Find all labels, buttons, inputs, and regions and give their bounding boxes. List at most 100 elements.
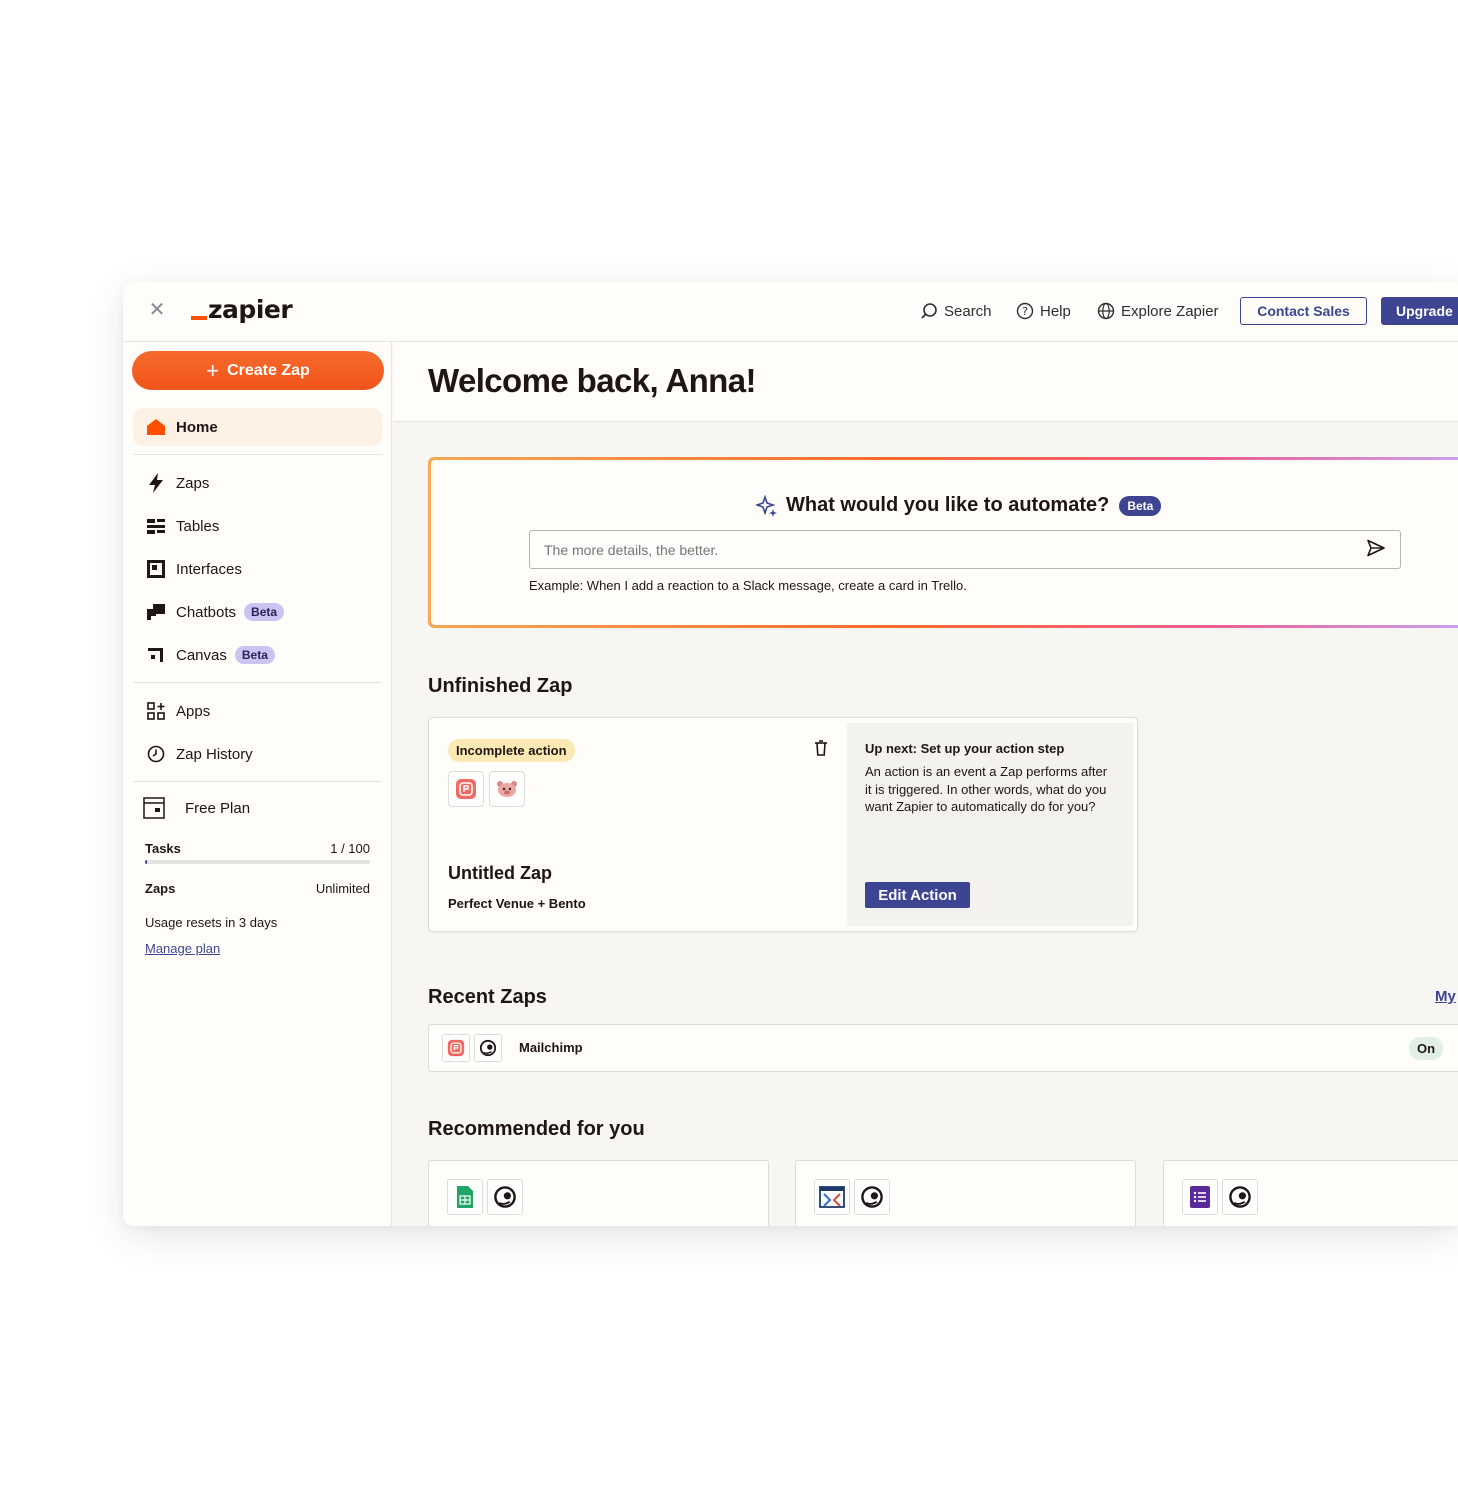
tasks-label: Tasks	[145, 841, 181, 856]
usage-reset-text: Usage resets in 3 days	[145, 915, 278, 930]
tables-icon	[146, 516, 166, 536]
ai-prompt-box: What would you like to automate? Beta Ex…	[428, 457, 1458, 628]
sidebar-item-label: Apps	[176, 702, 211, 720]
google-forms-icon	[1182, 1179, 1218, 1215]
help-button[interactable]: ? Help	[1016, 298, 1071, 324]
trash-icon[interactable]	[814, 740, 828, 756]
mailchimp-icon	[1222, 1179, 1258, 1215]
automation-prompt-input[interactable]	[529, 530, 1401, 569]
interfaces-icon	[146, 559, 166, 579]
zaps-label: Zaps	[145, 881, 176, 896]
my-zaps-link[interactable]: My	[1435, 988, 1456, 1005]
main-content: Welcome back, Anna! What would you like …	[393, 342, 1458, 1226]
unfinished-zap-card[interactable]: Incomplete action Untitled Zap Perfect V…	[428, 717, 1138, 932]
sidebar-item-interfaces[interactable]: Interfaces	[133, 550, 382, 588]
clock-icon	[146, 744, 166, 764]
next-step-title: Up next: Set up your action step	[865, 741, 1065, 756]
create-zap-button[interactable]: + Create Zap	[132, 351, 384, 390]
sidebar-item-canvas[interactable]: Canvas Beta	[133, 636, 382, 674]
plan-name: Free Plan	[185, 799, 251, 817]
bolt-icon	[146, 473, 166, 493]
beta-badge: Beta	[234, 646, 275, 664]
search-button[interactable]: Search	[920, 298, 992, 324]
bento-icon	[489, 771, 525, 807]
recommended-card[interactable]	[428, 1160, 769, 1226]
chatbots-icon	[146, 602, 166, 622]
welcome-header: Welcome back, Anna!	[393, 342, 1458, 422]
sidebar-item-label: Interfaces	[176, 560, 242, 578]
perfect-venue-icon	[448, 771, 484, 807]
recent-zaps-heading: Recent Zaps	[428, 986, 547, 1008]
recommended-card[interactable]	[1163, 1160, 1458, 1226]
ai-prompt-title: What would you like to automate? Beta	[756, 494, 1162, 517]
divider	[133, 454, 382, 455]
sidebar: + Create Zap Home Zaps Tables Interfaces…	[123, 342, 392, 1226]
plan-title: Free Plan	[143, 797, 250, 819]
close-icon[interactable]: ✕	[147, 300, 167, 320]
svg-text:?: ?	[1022, 305, 1028, 318]
tasks-usage: Tasks 1 / 100	[145, 841, 370, 856]
zapier-logo[interactable]: zapier	[191, 294, 293, 326]
divider	[133, 682, 382, 683]
status-badge: On	[1409, 1037, 1444, 1060]
app-window: ✕ zapier Search ? Help Explore Zapier Co…	[123, 282, 1458, 1226]
canvas-icon	[146, 645, 166, 665]
sparkle-icon	[756, 494, 778, 517]
perfect-venue-icon	[442, 1034, 470, 1062]
zaps-value: Unlimited	[315, 881, 370, 896]
apps-icon	[146, 701, 166, 721]
recommended-card[interactable]	[795, 1160, 1136, 1226]
top-bar: ✕ zapier Search ? Help Explore Zapier Co…	[123, 282, 1458, 342]
manage-plan-link[interactable]: Manage plan	[145, 941, 220, 956]
app-window-icon	[814, 1179, 850, 1215]
send-icon[interactable]	[1366, 539, 1386, 557]
zap-apps: Perfect Venue + Bento	[448, 896, 586, 911]
contact-sales-button[interactable]: Contact Sales	[1240, 297, 1367, 325]
upgrade-button[interactable]: Upgrade	[1381, 297, 1458, 325]
sidebar-item-label: Tables	[176, 517, 220, 535]
logo-text: zapier	[208, 295, 293, 324]
sidebar-item-label: Zap History	[176, 745, 253, 763]
logo-underscore	[191, 316, 207, 320]
next-step-panel: Up next: Set up your action step An acti…	[847, 723, 1133, 926]
sidebar-item-label: Canvas	[176, 646, 227, 664]
beta-badge: Beta	[244, 603, 285, 621]
ai-prompt-inner: What would you like to automate? Beta Ex…	[431, 460, 1458, 625]
zaps-usage: Zaps Unlimited	[145, 881, 370, 896]
tasks-progress-fill	[145, 860, 148, 864]
sidebar-item-label: Chatbots	[176, 603, 237, 621]
help-label: Help	[1040, 302, 1071, 320]
ai-prompt-heading: What would you like to automate?	[786, 494, 1110, 516]
page-title: Welcome back, Anna!	[428, 362, 756, 399]
plus-icon: +	[206, 357, 220, 383]
next-step-description: An action is an event a Zap performs aft…	[865, 764, 1108, 814]
divider	[133, 781, 382, 782]
globe-icon	[1097, 302, 1115, 320]
beta-badge: Beta	[1119, 495, 1162, 516]
explore-label: Explore Zapier	[1121, 302, 1219, 320]
sidebar-item-tables[interactable]: Tables	[133, 507, 382, 545]
recent-zap-row[interactable]: Mailchimp On	[428, 1024, 1458, 1072]
sidebar-item-apps[interactable]: Apps	[133, 692, 382, 730]
ai-prompt-example: Example: When I add a reaction to a Slac…	[529, 578, 967, 593]
sidebar-item-zaps[interactable]: Zaps	[133, 464, 382, 502]
sidebar-item-zap-history[interactable]: Zap History	[133, 735, 382, 773]
sidebar-item-chatbots[interactable]: Chatbots Beta	[133, 593, 382, 631]
home-icon	[146, 417, 166, 437]
zap-name: Untitled Zap	[448, 863, 552, 883]
explore-button[interactable]: Explore Zapier	[1097, 298, 1219, 324]
search-label: Search	[944, 302, 992, 320]
edit-action-button[interactable]: Edit Action	[865, 882, 970, 908]
recent-zap-name: Mailchimp	[519, 1040, 583, 1055]
sidebar-item-home[interactable]: Home	[133, 408, 382, 446]
sidebar-item-label: Home	[176, 418, 218, 436]
plan-icon	[143, 797, 165, 819]
unfinished-zap-heading: Unfinished Zap	[428, 675, 573, 697]
create-zap-label: Create Zap	[227, 361, 310, 379]
help-icon: ?	[1016, 302, 1034, 320]
recommended-heading: Recommended for you	[428, 1118, 645, 1140]
search-icon	[920, 302, 938, 320]
tasks-value: 1 / 100	[330, 841, 370, 856]
incomplete-badge: Incomplete action	[448, 739, 575, 762]
google-sheets-icon	[447, 1179, 483, 1215]
